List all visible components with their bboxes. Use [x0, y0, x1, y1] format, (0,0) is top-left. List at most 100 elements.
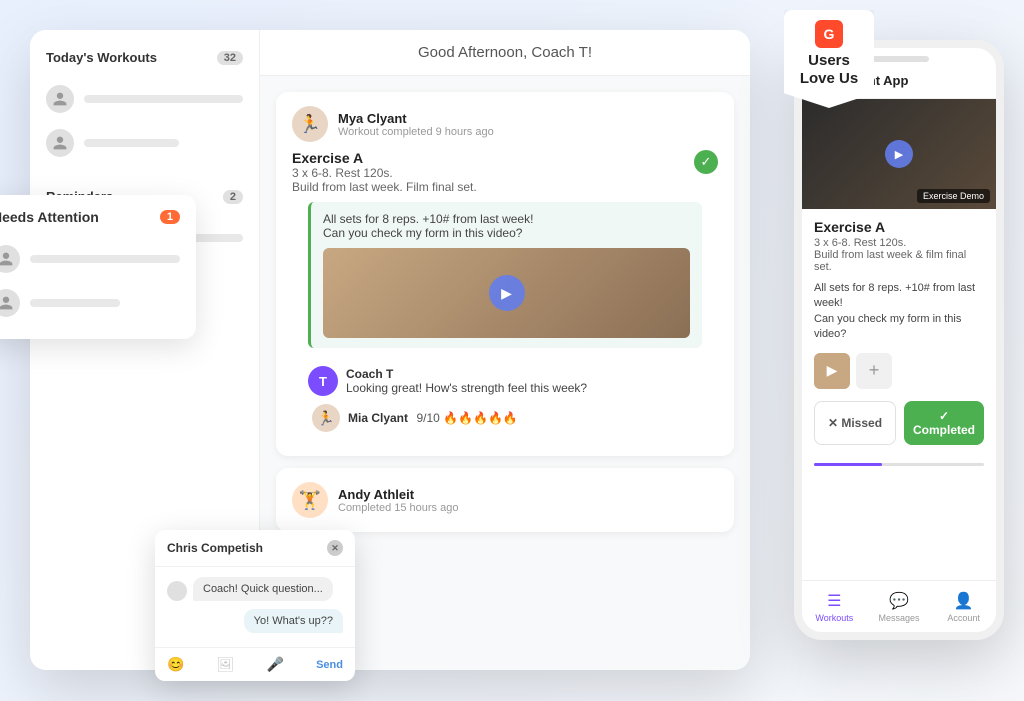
- reminders-badge: 2: [223, 190, 243, 204]
- account-nav-label: Account: [947, 613, 980, 623]
- mic-icon[interactable]: 🎤: [267, 656, 284, 673]
- g2-line1: Users: [808, 52, 850, 69]
- app-nav: ☰ Workouts 💬 Messages 👤 Account: [802, 580, 996, 632]
- mya-time: Workout completed 9 hours ago: [338, 126, 494, 138]
- exercise-title-1: Exercise A: [292, 150, 477, 166]
- chat-bubble-incoming: Coach! Quick question...: [193, 577, 333, 601]
- completed-button[interactable]: ✓ Completed: [904, 401, 984, 445]
- messages-nav-label: Messages: [878, 613, 919, 623]
- chat-popup: Chris Competish ✕ Coach! Quick question.…: [155, 530, 355, 681]
- chat-close-button[interactable]: ✕: [327, 540, 343, 556]
- app-action-row: ✕ Missed ✓ Completed: [814, 401, 984, 445]
- g2-text: Users Love Us: [794, 52, 864, 88]
- exercise-row-1: Exercise A 3 x 6-8. Rest 120s. Build fro…: [292, 150, 718, 194]
- app-comment: All sets for 8 reps. +10# from last week…: [814, 281, 984, 343]
- sidebar-item-1[interactable]: [46, 77, 243, 121]
- client-reply-msg: 9/10 🔥🔥🔥🔥🔥: [416, 411, 517, 425]
- image-icon[interactable]: 🖼: [217, 656, 235, 673]
- nav-item-account[interactable]: 👤 Account: [931, 591, 996, 623]
- app-exercise-title: Exercise A: [814, 219, 984, 235]
- g2-badge: G Users Love Us: [784, 10, 874, 108]
- andy-time: Completed 15 hours ago: [338, 502, 458, 514]
- coach-message: T Coach T Looking great! How's strength …: [308, 366, 702, 396]
- andy-name: Andy Athleit: [338, 487, 458, 502]
- mya-avatar: 🏃: [292, 106, 328, 142]
- g2-logo-letter: G: [824, 26, 835, 42]
- today-workouts-header: Today's Workouts 32: [46, 50, 243, 65]
- greeting-text: Good Afternoon, Coach T!: [418, 44, 592, 61]
- comment-line1: All sets for 8 reps. +10# from last week…: [323, 212, 533, 226]
- skeleton-name-2: [84, 139, 179, 147]
- main-header: Good Afternoon, Coach T!: [260, 30, 750, 76]
- completed-check-icon: ✓: [694, 150, 718, 174]
- needs-attention-card: Needs Attention 1: [0, 195, 196, 339]
- app-body: Exercise A 3 x 6-8. Rest 120s. Build fro…: [802, 209, 996, 484]
- avatar-1: [46, 85, 74, 113]
- attention-avatar-2: [0, 289, 20, 317]
- app-add-media-button[interactable]: +: [856, 353, 892, 389]
- account-nav-icon: 👤: [954, 591, 974, 611]
- app-detail-1: 3 x 6-8. Rest 120s.: [814, 237, 906, 249]
- app-play-button[interactable]: ▶: [885, 140, 913, 168]
- comment-line2: Can you check my form in this video?: [323, 226, 522, 240]
- andy-avatar: 🏋: [292, 482, 328, 518]
- chat-bubble-outgoing: Yo! What's up??: [244, 609, 343, 633]
- chat-contact-name: Chris Competish: [167, 541, 263, 555]
- coach-name: Coach T: [346, 367, 587, 381]
- app-exercise-detail: 3 x 6-8. Rest 120s. Build from last week…: [814, 237, 984, 273]
- g2-line2: Love Us: [800, 70, 858, 87]
- chat-popup-header: Chris Competish ✕: [155, 530, 355, 567]
- exercise-info: Exercise A 3 x 6-8. Rest 120s. Build fro…: [292, 150, 477, 194]
- scene: Today's Workouts 32: [0, 0, 1024, 701]
- client-reply-avatar: 🏃: [312, 404, 340, 432]
- coach-msg-text: Looking great! How's strength feel this …: [346, 381, 587, 395]
- play-button-1[interactable]: ▶: [489, 275, 525, 311]
- sidebar-item-2[interactable]: [46, 121, 243, 165]
- app-media-row: ▶ +: [814, 353, 984, 389]
- progress-bar-track: [814, 463, 984, 466]
- attention-item-1[interactable]: [0, 237, 180, 281]
- chat-send-button[interactable]: Send: [316, 659, 343, 671]
- andy-info: Andy Athleit Completed 15 hours ago: [338, 487, 458, 514]
- today-workouts-section: Today's Workouts 32: [46, 50, 243, 165]
- workouts-nav-icon: ☰: [827, 591, 841, 611]
- skeleton-name-1: [84, 95, 243, 103]
- avatar-2: [46, 129, 74, 157]
- needs-attention-title: Needs Attention: [0, 209, 99, 225]
- emoji-icon[interactable]: 😊: [167, 656, 184, 673]
- chat-input-area: 😊 🖼 🎤 Send: [167, 656, 343, 673]
- coach-info: Coach T Looking great! How's strength fe…: [346, 367, 587, 395]
- client-reply: 🏃 Mia Clyant 9/10 🔥🔥🔥🔥🔥: [308, 404, 702, 432]
- attention-item-2[interactable]: [0, 281, 180, 325]
- nav-item-workouts[interactable]: ☰ Workouts: [802, 591, 867, 623]
- missed-button[interactable]: ✕ Missed: [814, 401, 896, 445]
- chat-sender-avatar: [167, 581, 187, 601]
- chat-footer: 😊 🖼 🎤 Send: [155, 647, 355, 681]
- workout-card-1-body: Exercise A 3 x 6-8. Rest 120s. Build fro…: [276, 150, 734, 456]
- client-reply-info: Mia Clyant 9/10 🔥🔥🔥🔥🔥: [348, 409, 518, 427]
- needs-attention-badge: 1: [160, 210, 180, 224]
- attention-avatar-1: [0, 245, 20, 273]
- workout-card-1-header: 🏃 Mya Clyant Workout completed 9 hours a…: [276, 92, 734, 150]
- progress-bar-fill: [814, 463, 882, 466]
- mya-info: Mya Clyant Workout completed 9 hours ago: [338, 111, 494, 138]
- workout-card-1: 🏃 Mya Clyant Workout completed 9 hours a…: [276, 92, 734, 456]
- exercise-detail-1: 3 x 6-8. Rest 120s.: [292, 166, 477, 180]
- conversation-section: T Coach T Looking great! How's strength …: [292, 356, 718, 442]
- app-video-mini[interactable]: ▶: [814, 353, 850, 389]
- exercise-demo-label: Exercise Demo: [917, 189, 990, 203]
- dashboard: Today's Workouts 32: [30, 30, 750, 670]
- messages-nav-icon: 💬: [889, 591, 909, 611]
- comment-box-1: All sets for 8 reps. +10# from last week…: [308, 202, 702, 348]
- today-workouts-badge: 32: [217, 51, 243, 65]
- comment-text-1: All sets for 8 reps. +10# from last week…: [323, 212, 690, 240]
- chat-message-incoming: Coach! Quick question...: [167, 577, 343, 601]
- exercise-note-1: Build from last week. Film final set.: [292, 180, 477, 194]
- nav-item-messages[interactable]: 💬 Messages: [867, 591, 932, 623]
- app-detail-2: Build from last week & film final set.: [814, 249, 966, 273]
- mya-name: Mya Clyant: [338, 111, 494, 126]
- app-video-thumb[interactable]: ▶ Exercise Demo: [802, 99, 996, 209]
- video-thumbnail-1[interactable]: ▶: [323, 248, 690, 338]
- progress-bar-container: [814, 455, 984, 474]
- mobile-app: 🏃 Client App ▶ Exercise Demo Exercise A …: [794, 40, 1004, 640]
